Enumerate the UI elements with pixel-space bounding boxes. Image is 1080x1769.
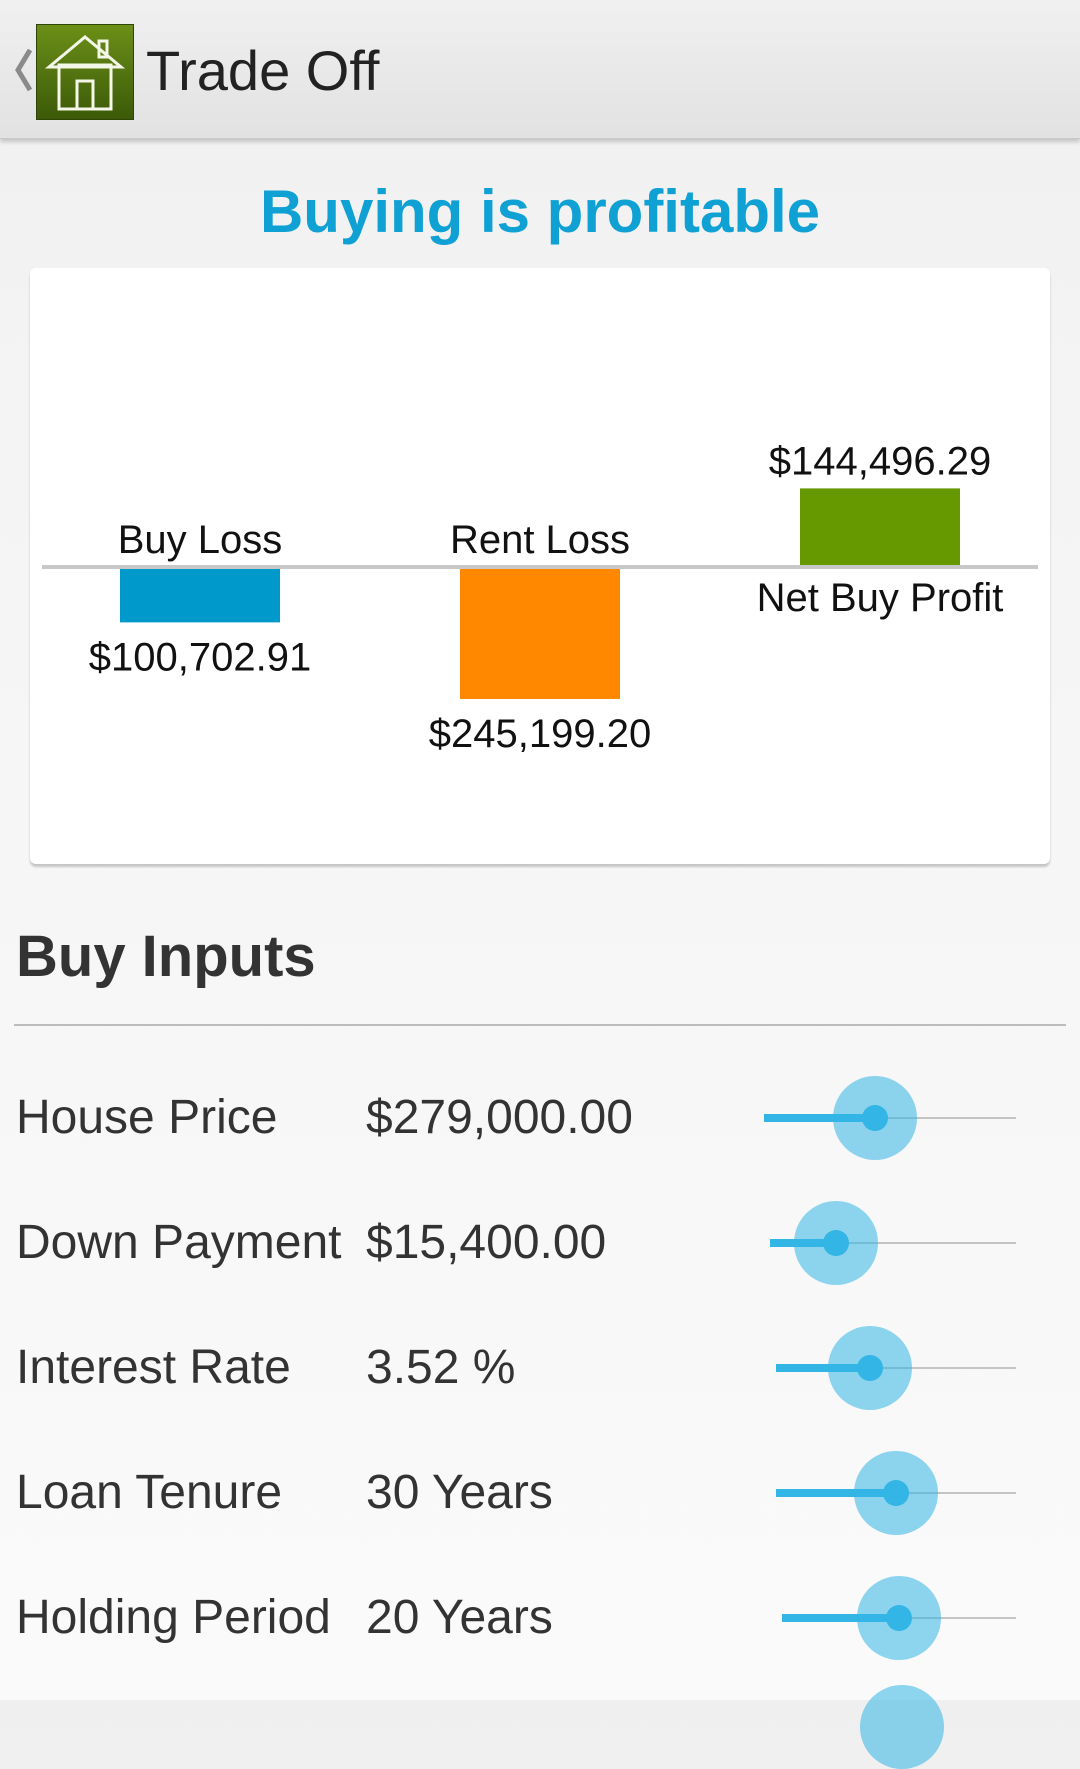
input-row-holding-period: Holding Period 20 Years xyxy=(0,1568,1080,1668)
tradeoff-bar-chart: Buy Loss $100,702.91 Rent Loss $245,199.20 N… xyxy=(42,439,1038,756)
app-title: Trade Off xyxy=(146,39,380,102)
section-title-buy-inputs: Buy Inputs xyxy=(16,924,316,989)
category-label-rent-loss: Rent Loss xyxy=(450,518,630,562)
house-icon[interactable] xyxy=(36,24,134,120)
input-row-house-price: House Price $279,000.00 xyxy=(0,1068,1080,1168)
loan-tenure-value: 30 Years xyxy=(366,1466,553,1519)
value-label-net-buy-profit: $144,496.29 xyxy=(769,439,991,483)
loan-tenure-label: Loan Tenure xyxy=(16,1466,283,1519)
interest-rate-slider[interactable] xyxy=(776,1318,1016,1418)
bar-net-buy-profit xyxy=(800,488,960,565)
value-label-rent-loss: $245,199.20 xyxy=(429,712,651,756)
input-row-loan-tenure: Loan Tenure 30 Years xyxy=(0,1443,1080,1543)
input-row-down-payment: Down Payment $15,400.00 xyxy=(0,1193,1080,1293)
slider-thumb[interactable] xyxy=(883,1480,909,1506)
down-payment-slider[interactable] xyxy=(770,1193,1016,1293)
category-label-buy-loss: Buy Loss xyxy=(118,518,283,562)
loan-tenure-slider[interactable] xyxy=(776,1443,1016,1543)
down-payment-label: Down Payment xyxy=(16,1216,342,1269)
slider-thumb[interactable] xyxy=(861,1105,888,1131)
interest-rate-label: Interest Rate xyxy=(16,1341,291,1394)
holding-period-value: 20 Years xyxy=(366,1591,553,1644)
bar-rent-loss xyxy=(460,569,620,699)
action-bar: Trade Off xyxy=(0,0,1080,139)
house-price-value: $279,000.00 xyxy=(366,1091,633,1144)
up-navigation-icon[interactable] xyxy=(10,40,36,100)
interest-rate-value: 3.52 % xyxy=(366,1341,516,1394)
house-price-label: House Price xyxy=(16,1091,278,1144)
chart-card: Buy Loss $100,702.91 Rent Loss $245,199.20 N… xyxy=(30,268,1050,864)
holding-period-label: Holding Period xyxy=(16,1591,331,1644)
value-label-buy-loss: $100,702.91 xyxy=(89,635,311,679)
house-price-slider[interactable] xyxy=(764,1068,1016,1168)
category-label-net-buy-profit: Net Buy Profit xyxy=(757,576,1004,620)
bar-buy-loss xyxy=(120,569,280,623)
holding-period-slider[interactable] xyxy=(782,1568,1016,1668)
section-divider xyxy=(14,1024,1066,1026)
input-row-interest-rate: Interest Rate 3.52 % xyxy=(0,1318,1080,1418)
next-slider-thumb-halo[interactable] xyxy=(860,1685,944,1769)
result-headline: Buying is profitable xyxy=(259,178,821,245)
slider-thumb[interactable] xyxy=(856,1355,883,1381)
down-payment-value: $15,400.00 xyxy=(366,1216,607,1269)
slider-thumb[interactable] xyxy=(886,1605,912,1631)
